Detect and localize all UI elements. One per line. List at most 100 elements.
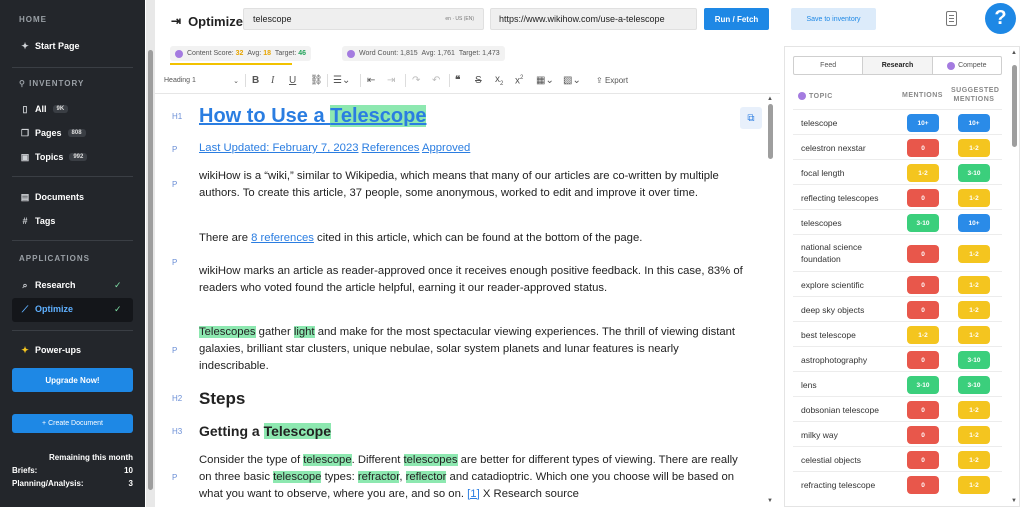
scrollbar-thumb[interactable] [1012, 65, 1017, 147]
meta-link-references[interactable]: References [362, 142, 420, 154]
table-row[interactable]: celestial objects 0 1-2 [793, 446, 1002, 471]
undo-icon[interactable]: ↶ [432, 75, 440, 86]
underline-icon[interactable]: U [289, 75, 296, 86]
create-document-button[interactable]: + Create Document [12, 414, 133, 433]
scroll-down-icon[interactable]: ▼ [1011, 498, 1017, 504]
table-row[interactable]: lens 3-10 3-10 [793, 371, 1002, 396]
tab-feed[interactable]: Feed [794, 57, 864, 74]
redo-icon[interactable]: ↷ [412, 75, 420, 86]
paragraph-2[interactable]: There are 8 references cited in this art… [199, 230, 744, 247]
main-scrollbar[interactable] [146, 0, 155, 507]
table-row[interactable]: best telescope 1-2 1-2 [793, 321, 1002, 346]
meta-link-approved[interactable]: Approved [422, 142, 470, 154]
topic-name: national science foundation [801, 242, 862, 264]
keyword-input[interactable]: telescope en · US (EN) [243, 8, 484, 30]
article-h1[interactable]: How to Use a Telescope [199, 103, 744, 129]
sidebar-item-tags[interactable]: # Tags [19, 213, 55, 229]
word-count-pill[interactable]: Word Count: 1,815 Avg: 1,761 Target: 1,4… [342, 46, 505, 61]
run-fetch-button[interactable]: Run / Fetch [704, 8, 769, 30]
table-row[interactable]: deep sky objects 0 1-2 [793, 296, 1002, 321]
toolbar-divider [360, 74, 361, 87]
content-score-pill[interactable]: Content Score: 32 Avg: 18 Target: 46 [170, 46, 312, 61]
document-icon[interactable] [946, 11, 957, 26]
heading-select[interactable]: Heading 1 ⌄ [164, 77, 239, 85]
table-row[interactable]: national science foundation 0 1-2 [793, 234, 1002, 271]
tab-compete[interactable]: Compete [933, 57, 1001, 74]
col-mentions[interactable]: MENTIONS [902, 92, 943, 99]
url-input[interactable]: https://www.wikihow.com/use-a-telescope [490, 8, 697, 30]
scroll-up-icon[interactable]: ▲ [767, 96, 773, 102]
editor-canvas[interactable]: H1 How to Use a Telescope ⧉ P Last Updat… [155, 94, 766, 507]
table-row[interactable]: telescopes 3-10 10+ [793, 209, 1002, 234]
sidebar-item-all[interactable]: ▯ All 9K [19, 101, 69, 117]
tab-research[interactable]: Research [863, 57, 933, 74]
table-row[interactable]: reflecting telescopes 0 1-2 [793, 184, 1002, 209]
help-button[interactable]: ? [985, 3, 1016, 34]
sidebar-item-optimize[interactable]: ⟋ Optimize [19, 301, 73, 317]
outdent-icon[interactable]: ⇤ [367, 75, 375, 86]
panel-scrollbar[interactable]: ▲ ▼ [1010, 47, 1019, 507]
italic-icon[interactable]: I [271, 75, 274, 86]
table-row[interactable]: refracting telescope 0 1-2 [793, 471, 1002, 496]
upgrade-button[interactable]: Upgrade Now! [12, 368, 133, 392]
bold-icon[interactable]: B [252, 75, 259, 86]
table-row[interactable]: explore scientific 0 1-2 [793, 271, 1002, 296]
editor-scrollbar[interactable]: ▲ ▼ [766, 94, 775, 507]
block-tag-p: P [172, 258, 178, 267]
url-value[interactable]: https://www.wikihow.com/use-a-telescope [499, 14, 665, 24]
table-row[interactable]: celestron nexstar 0 1-2 [793, 134, 1002, 159]
scrollbar-thumb[interactable] [148, 50, 153, 490]
locale-select[interactable]: en · US (EN) [445, 16, 474, 22]
indent-icon[interactable]: ⇥ [387, 75, 395, 86]
link-icon[interactable]: ⛓ [310, 75, 323, 86]
sidebar-item-powerups[interactable]: ✦ Power-ups [19, 342, 81, 358]
paragraph-3[interactable]: wikiHow marks an article as reader-appro… [199, 263, 744, 297]
col-suggested-mentions[interactable]: SUGGESTED MENTIONS [951, 86, 999, 104]
save-to-inventory-button[interactable]: Save to inventory [791, 8, 876, 30]
briefs-stat: Briefs: 10 [12, 466, 133, 475]
quote-icon[interactable]: ❝ [455, 75, 460, 86]
sidebar-item-start-page[interactable]: ✦ Start Page [19, 38, 79, 54]
export-button[interactable]: ⇪ Export [596, 76, 628, 85]
table-row[interactable]: astrophotography 0 3-10 [793, 346, 1002, 371]
table-row[interactable]: dobsonian telescope 0 1-2 [793, 396, 1002, 421]
article-h3[interactable]: Getting a Telescope [199, 422, 744, 440]
paragraph-1[interactable]: wikiHow is a “wiki,” similar to Wikipedi… [199, 168, 744, 202]
table-icon[interactable]: ▦⌄ [536, 75, 554, 86]
count-badge: 808 [67, 129, 86, 137]
scrollbar-thumb[interactable] [768, 104, 773, 159]
sidebar-item-pages[interactable]: ❐ Pages 808 [19, 125, 86, 141]
compete-dot-icon [947, 61, 956, 70]
copy-icon[interactable]: ⧉ [740, 107, 762, 129]
table-row[interactable]: focal length 1-2 3-10 [793, 159, 1002, 184]
scroll-down-icon[interactable]: ▼ [767, 498, 773, 504]
table-row[interactable]: telescope 10+ 10+ [793, 109, 1002, 134]
optimize-icon: ⇥ [171, 14, 182, 28]
col-topic[interactable]: TOPIC [798, 92, 833, 100]
article-meta[interactable]: Last Updated: February 7, 2023 Reference… [199, 140, 744, 157]
sidebar-item-research[interactable]: ⌕ Research [19, 277, 75, 293]
strikethrough-icon[interactable]: S [475, 75, 482, 86]
citation-link[interactable]: [1] [467, 488, 480, 500]
image-icon[interactable]: ▧⌄ [563, 75, 581, 86]
meta-link-updated[interactable]: Last Updated: February 7, 2023 [199, 142, 359, 154]
suggested-mentions-badge: 3-10 [958, 351, 990, 369]
scroll-up-icon[interactable]: ▲ [1011, 50, 1017, 56]
optimize-icon: ⟋ [21, 303, 29, 314]
list-icon[interactable]: ☰⌄ [333, 75, 350, 86]
briefs-value: 10 [124, 466, 133, 475]
references-link[interactable]: 8 references [251, 232, 314, 244]
article-h2[interactable]: Steps [199, 388, 744, 410]
tab-compete-label: Compete [958, 62, 987, 69]
paragraph-5[interactable]: Consider the type of telescope. Differen… [199, 452, 744, 503]
sidebar-item-topics[interactable]: ▣ Topics 992 [19, 149, 88, 165]
table-row[interactable]: milky way 0 1-2 [793, 421, 1002, 446]
suggested-mentions-badge: 1-2 [958, 451, 990, 469]
sidebar-item-documents[interactable]: ▤ Documents [19, 189, 84, 205]
subscript-icon[interactable]: x2 [495, 74, 503, 87]
paragraph-4[interactable]: Telescopes gather light and make for the… [199, 324, 744, 375]
superscript-icon[interactable]: x2 [515, 75, 523, 86]
topic-dot-icon [798, 92, 806, 100]
divider [12, 67, 133, 68]
keyword-value[interactable]: telescope [253, 14, 292, 24]
